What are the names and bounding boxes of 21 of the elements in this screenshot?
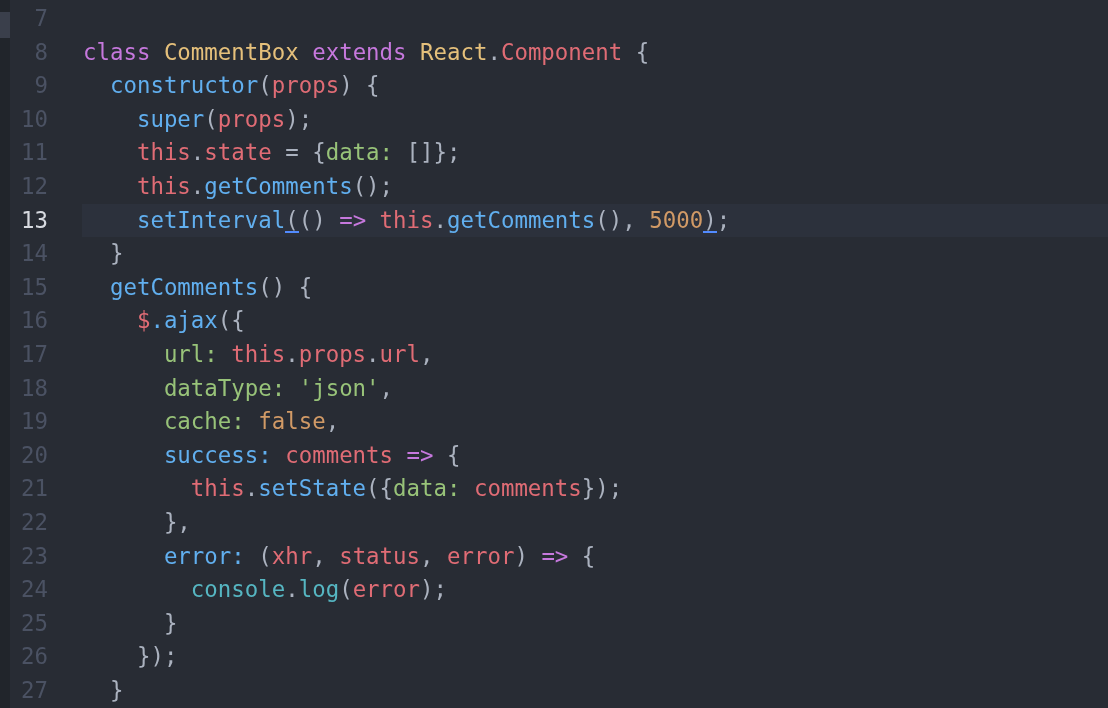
code-line[interactable]: }); xyxy=(82,640,1108,674)
code-line[interactable]: url: this.props.url, xyxy=(82,337,1108,372)
code-line[interactable]: success: comments => { xyxy=(82,438,1108,473)
scroll-marker xyxy=(0,12,10,38)
code-line[interactable]: } xyxy=(82,673,1108,708)
code-line[interactable]: super(props); xyxy=(82,102,1108,137)
code-line[interactable]: } xyxy=(82,237,1108,271)
code-line[interactable]: getComments() { xyxy=(82,270,1108,305)
code-line[interactable]: console.log(error); xyxy=(82,573,1108,607)
code-line[interactable]: } xyxy=(82,606,1108,641)
line-number: 13 xyxy=(20,205,49,235)
code-line[interactable]: error: (xhr, status, error) => { xyxy=(82,539,1108,574)
code-line[interactable]: this.getComments(); xyxy=(82,169,1108,204)
code-line[interactable]: cache: false, xyxy=(82,405,1108,439)
code-line[interactable]: dataType: 'json', xyxy=(82,371,1108,406)
code-line[interactable]: constructor(props) { xyxy=(82,69,1108,103)
code-line[interactable]: class CommentBox extends React.Component { xyxy=(82,35,1108,70)
code-line[interactable]: }, xyxy=(82,505,1108,540)
code-line[interactable]: this.setState({data: comments}); xyxy=(82,472,1108,506)
code-line[interactable]: $.ajax({ xyxy=(82,304,1108,338)
code-line[interactable]: this.state = {data: []}; xyxy=(82,136,1108,170)
